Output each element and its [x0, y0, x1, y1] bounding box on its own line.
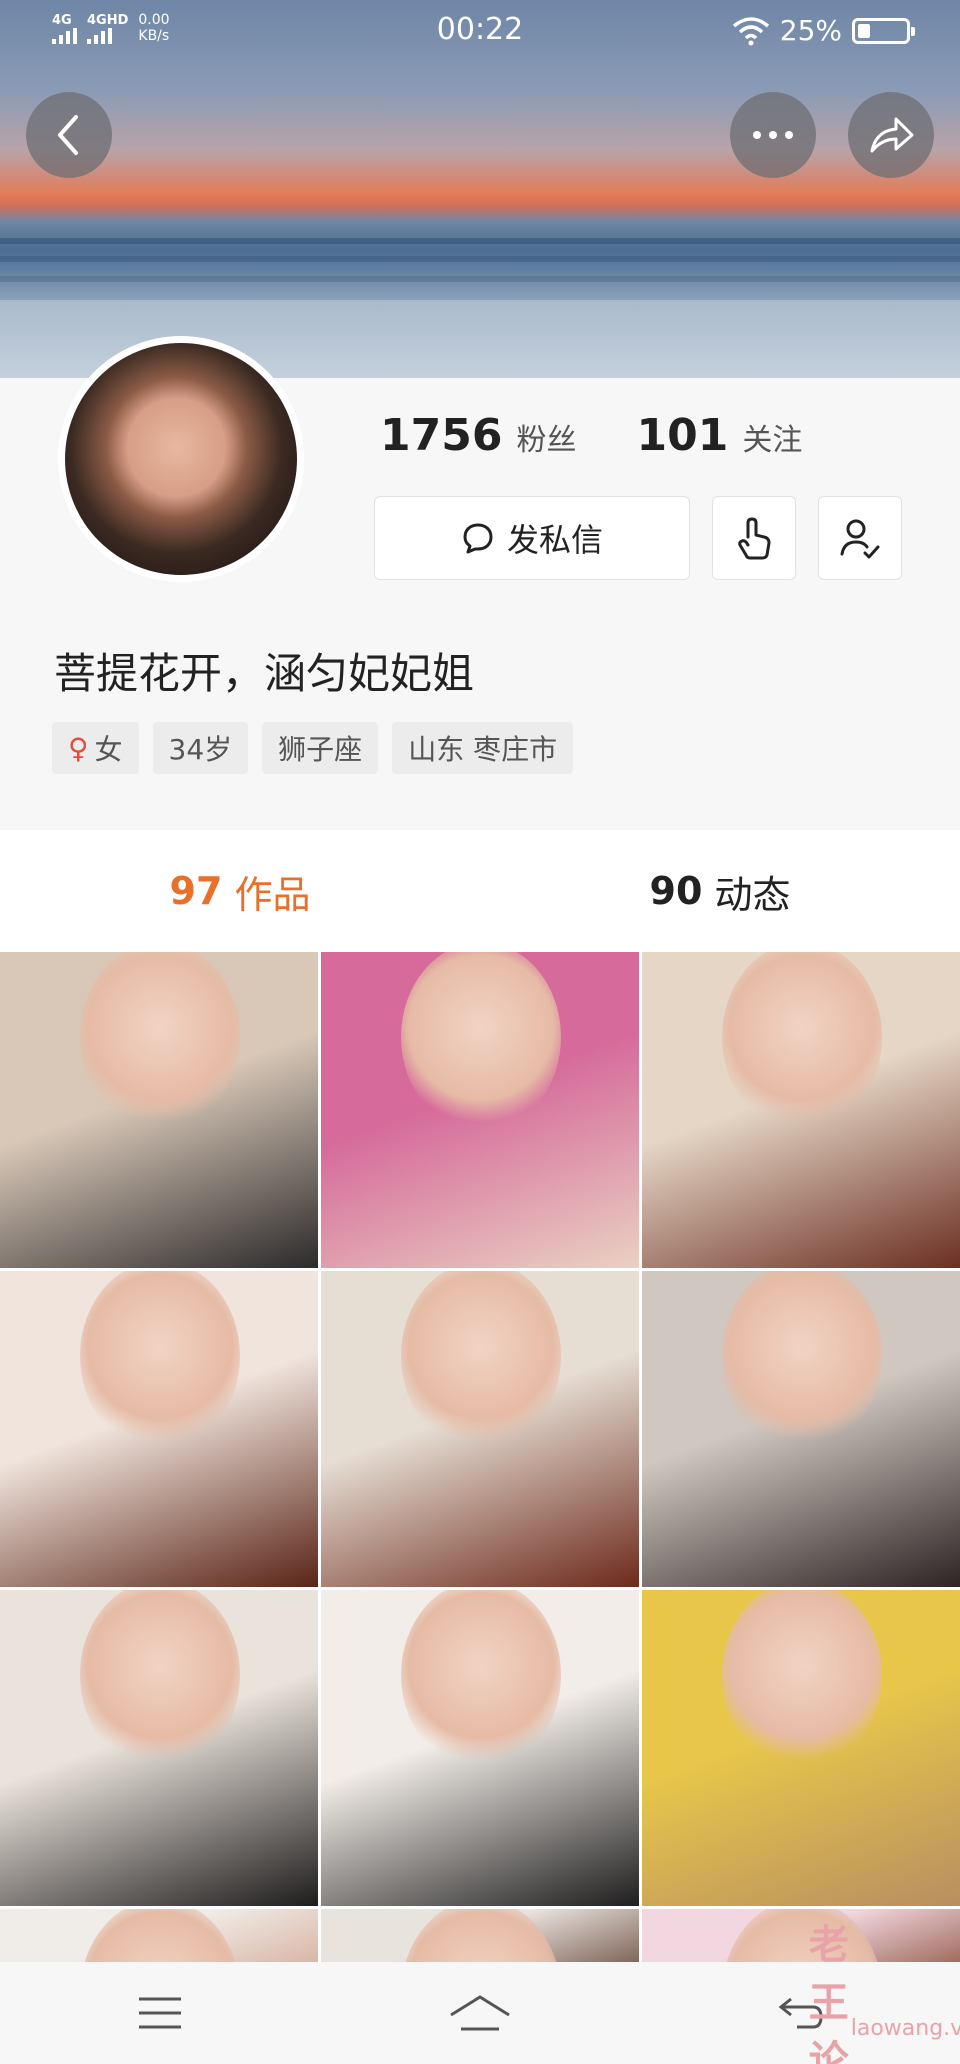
watermark-en: laowang.vip [850, 2015, 960, 2041]
battery-percent: 25% [779, 14, 842, 47]
work-thumbnail[interactable] [0, 1909, 318, 1967]
tab-count: 90 [649, 869, 703, 913]
status-right: 25% [732, 14, 915, 47]
cover-wave [0, 276, 960, 282]
work-thumbnail[interactable] [642, 952, 960, 1268]
work-thumbnail[interactable] [321, 1271, 639, 1587]
tag-age: 34岁 [152, 722, 249, 774]
chat-bubble-icon [463, 523, 493, 554]
tab-moments[interactable]: 90 动态 [480, 830, 960, 952]
tab-label: 作品 [234, 872, 311, 917]
work-thumbnail[interactable] [0, 1271, 318, 1587]
work-thumbnail[interactable] [0, 1590, 318, 1906]
menu-icon [139, 1997, 181, 2029]
thumbnail-face [80, 1590, 240, 1770]
watermark-cn: 老王论坛 [808, 1922, 851, 2064]
tag-label: 山东 枣庄市 [408, 733, 558, 766]
thumbnail-face [80, 1909, 240, 1967]
more-dots-icon [753, 131, 793, 139]
status-bar: 4G 4GHD 0.00 KB/s 00:22 25% [0, 0, 960, 64]
tab-count: 97 [169, 869, 223, 913]
followers-count[interactable]: 1756 [380, 410, 502, 461]
work-thumbnail[interactable] [321, 952, 639, 1268]
works-grid [0, 952, 960, 1967]
work-thumbnail[interactable] [642, 1271, 960, 1587]
back-button[interactable] [26, 92, 112, 178]
female-icon: ♀ [68, 731, 89, 765]
tag-label: 34岁 [168, 733, 233, 766]
tag-location: 山东 枣庄市 [392, 722, 574, 774]
follow-status-button[interactable] [818, 496, 902, 580]
thumbnail-face [401, 1271, 561, 1451]
send-message-button[interactable]: 发私信 [374, 496, 690, 580]
work-thumbnail[interactable] [321, 1909, 639, 1967]
tab-label: 动态 [714, 872, 791, 917]
interact-button[interactable] [712, 496, 796, 580]
cover-wave [0, 238, 960, 244]
following-count[interactable]: 101 [636, 410, 728, 461]
thumbnail-face [401, 1590, 561, 1770]
thumbnail-face [722, 1590, 882, 1770]
share-button[interactable] [848, 92, 934, 178]
profile-stats: 1756 粉丝 101 关注 [380, 410, 862, 461]
thumbnail-face [80, 1271, 240, 1451]
profile-nickname: 菩提花开，涵匀妃妃姐 [54, 649, 475, 698]
wifi-icon [732, 16, 769, 45]
home-button[interactable] [440, 1983, 520, 2043]
work-thumbnail[interactable] [642, 1590, 960, 1906]
send-message-label: 发私信 [506, 521, 603, 559]
tag-label: 女 [94, 733, 123, 766]
work-thumbnail[interactable] [321, 1590, 639, 1906]
work-thumbnail[interactable] [642, 1909, 960, 1967]
menu-button[interactable] [120, 1983, 200, 2043]
more-button[interactable] [730, 92, 816, 178]
profile-tags: ♀ 女 34岁 狮子座 山东 枣庄市 [52, 722, 574, 774]
battery-icon [852, 17, 915, 44]
tag-label: 狮子座 [278, 733, 363, 766]
thumbnail-face [401, 1909, 561, 1967]
share-arrow-icon [870, 117, 914, 153]
thumbnail-face [401, 952, 561, 1132]
watermark: 老王论坛 laowang.vip [809, 1922, 960, 2064]
system-nav-bar: 老王论坛 laowang.vip [0, 1922, 960, 2064]
home-icon [450, 1995, 510, 2031]
work-thumbnail[interactable] [0, 952, 318, 1268]
chevron-left-icon [58, 115, 78, 155]
cover-wave [0, 256, 960, 262]
followers-label[interactable]: 粉丝 [516, 415, 576, 459]
battery-level [858, 23, 870, 38]
hand-tap-icon [738, 517, 771, 560]
user-check-icon [840, 519, 880, 559]
avatar[interactable] [58, 336, 304, 582]
avatar-image [65, 343, 297, 575]
tab-works[interactable]: 97 作品 [0, 830, 480, 952]
tag-zodiac: 狮子座 [262, 722, 379, 774]
following-label[interactable]: 关注 [742, 415, 802, 459]
thumbnail-face [722, 1271, 882, 1451]
tag-gender: ♀ 女 [52, 722, 139, 774]
thumbnail-face [722, 1909, 882, 1967]
thumbnail-face [722, 952, 882, 1132]
content-tabs: 97 作品 90 动态 [0, 830, 960, 952]
thumbnail-face [80, 952, 240, 1132]
